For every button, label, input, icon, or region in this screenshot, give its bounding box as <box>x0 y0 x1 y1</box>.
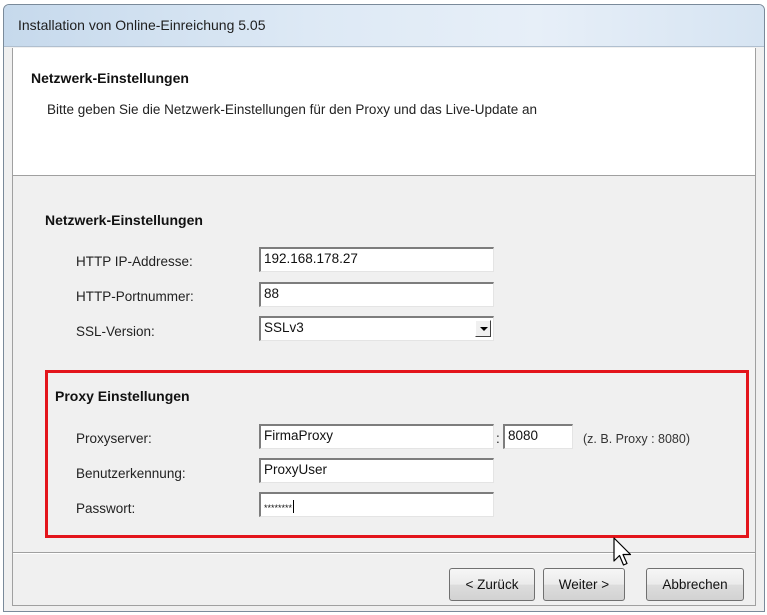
port-separator: : <box>496 431 500 446</box>
footer-separator <box>13 552 755 554</box>
window-title: Installation von Online-Einreichung 5.05 <box>18 17 266 33</box>
ip-address-field[interactable]: 192.168.178.27 <box>259 247 494 272</box>
installer-window: Installation von Online-Einreichung 5.05… <box>3 4 765 612</box>
header-title: Netzwerk-Einstellungen <box>31 70 189 86</box>
proxy-server-field[interactable]: FirmaProxy <box>259 424 494 449</box>
text-caret <box>293 500 295 513</box>
proxy-section-title: Proxy Einstellungen <box>55 388 190 404</box>
proxy-server-label: Proxyserver: <box>76 431 152 446</box>
user-id-label: Benutzerkennung: <box>76 466 186 481</box>
port-label: HTTP-Portnummer: <box>76 289 194 304</box>
user-id-field[interactable]: ProxyUser <box>259 458 494 483</box>
title-bar[interactable]: Installation von Online-Einreichung 5.05 <box>4 5 764 47</box>
network-section-title: Netzwerk-Einstellungen <box>45 212 203 228</box>
cancel-button[interactable]: Abbrechen <box>646 568 744 601</box>
dialog-client-area: Netzwerk-Einstellungen Bitte geben Sie d… <box>12 48 756 606</box>
ssl-version-select[interactable]: SSLv3 <box>259 316 494 341</box>
ip-address-label: HTTP IP-Addresse: <box>76 254 193 269</box>
header-subtitle: Bitte geben Sie die Netzwerk-Einstellung… <box>47 102 538 117</box>
back-button[interactable]: < Zurück <box>449 568 535 601</box>
password-field[interactable]: ******** <box>259 492 494 517</box>
arrow-cursor-icon <box>613 537 632 566</box>
ssl-version-value: SSLv3 <box>264 320 304 335</box>
ssl-version-label: SSL-Version: <box>76 324 155 339</box>
proxy-port-field[interactable]: 8080 <box>503 424 573 449</box>
header-panel: Netzwerk-Einstellungen Bitte geben Sie d… <box>13 48 755 176</box>
password-mask: ******** <box>264 503 293 513</box>
chevron-down-icon[interactable] <box>475 320 491 337</box>
next-button[interactable]: Weiter > <box>543 568 625 601</box>
proxy-port-hint: (z. B. Proxy : 8080) <box>583 432 690 446</box>
password-label: Passwort: <box>76 501 136 516</box>
port-field[interactable]: 88 <box>259 282 494 307</box>
